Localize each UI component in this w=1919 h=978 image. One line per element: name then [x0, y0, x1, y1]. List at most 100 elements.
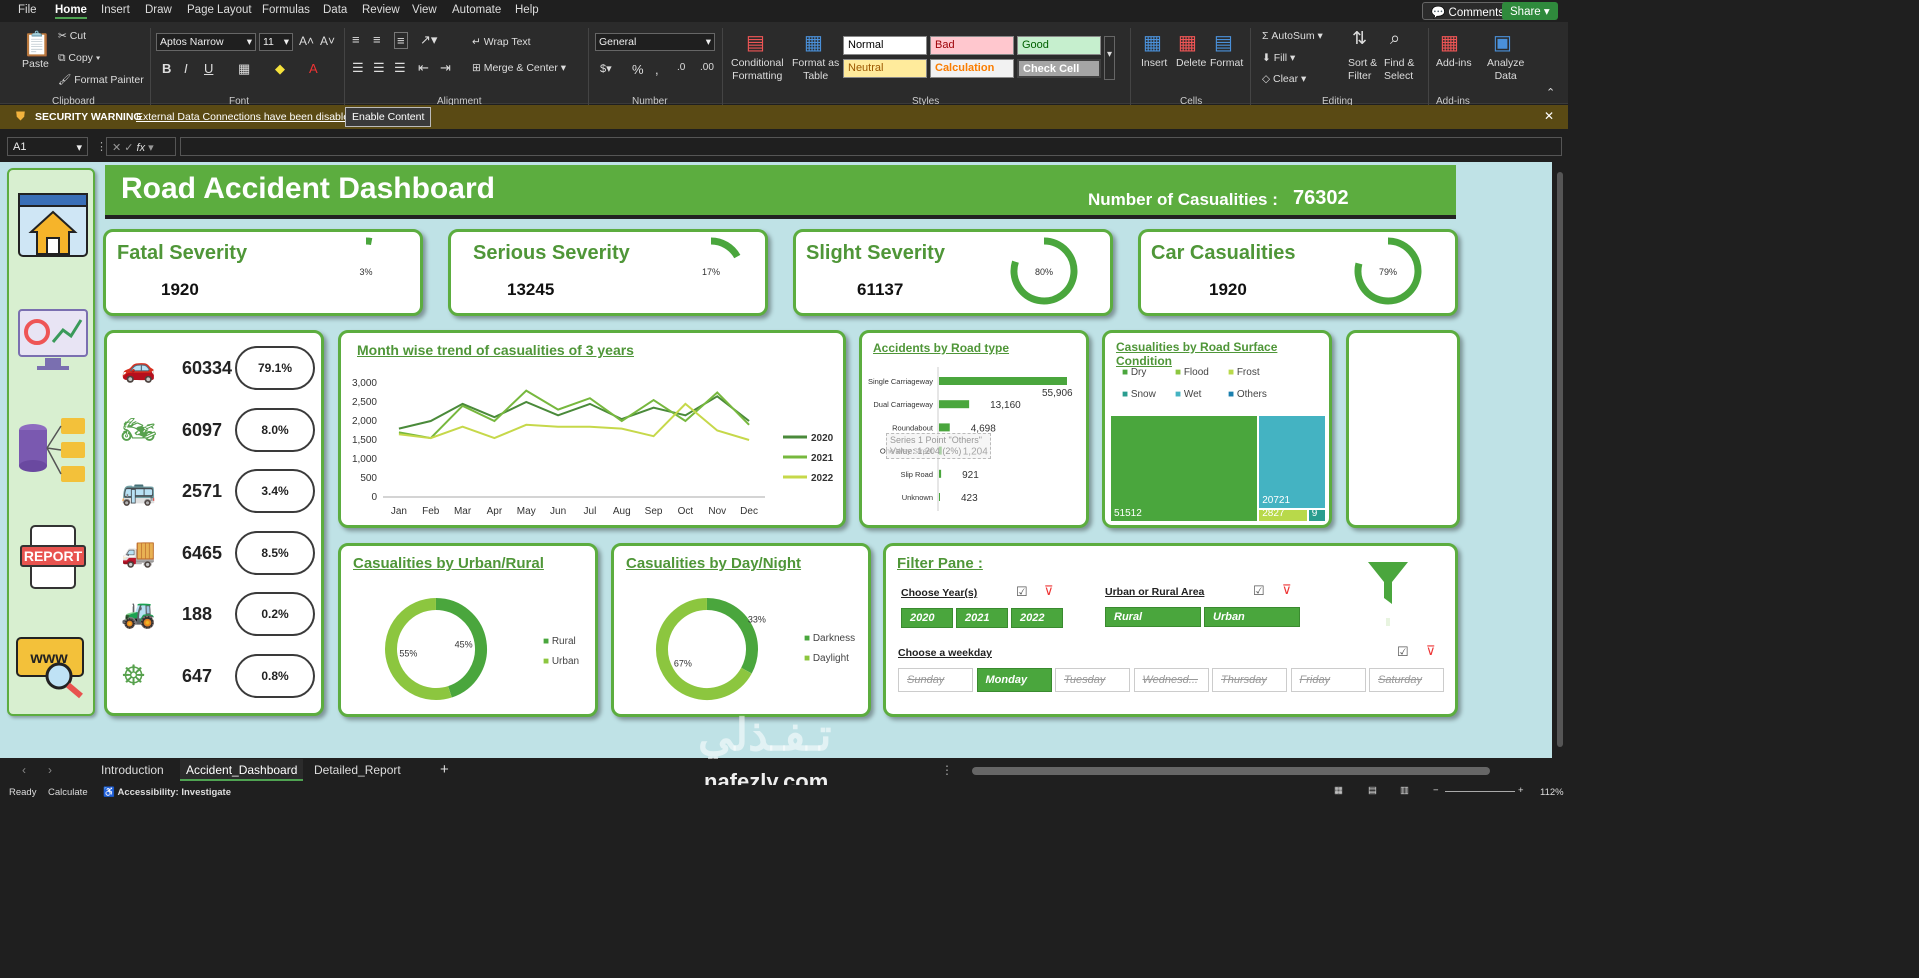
collapse-ribbon-icon[interactable]: ⌃ — [1546, 86, 1555, 99]
weekday-wednesd-button[interactable]: Wednesd... — [1133, 668, 1209, 692]
align-middle-icon[interactable]: ≡ — [373, 32, 381, 47]
clear-filter-icon[interactable]: ⊽ — [1426, 643, 1436, 659]
paste-icon[interactable]: 📋 — [22, 30, 52, 59]
vertical-scrollbar[interactable] — [1552, 162, 1568, 758]
grow-font-icon[interactable]: A˄ — [299, 34, 314, 48]
align-left-icon[interactable]: ☰ — [352, 60, 364, 76]
format-painter-button[interactable]: 🖌 Format Painter — [58, 73, 144, 86]
insert-cells-button[interactable]: Insert — [1141, 57, 1167, 69]
menu-view[interactable]: View — [412, 4, 437, 16]
clear-filter-icon[interactable]: ⊽ — [1044, 583, 1054, 599]
autosum-button[interactable]: Σ AutoSum ▾ — [1262, 30, 1323, 42]
font-name-select[interactable]: Aptos Narrow ▾ — [156, 33, 256, 51]
year-2021-button[interactable]: 2021 — [956, 608, 1008, 628]
analyze-data-icon[interactable]: ▣ — [1493, 30, 1512, 55]
paste-button[interactable]: Paste — [22, 58, 49, 70]
menu-data[interactable]: Data — [323, 4, 347, 16]
comma-icon[interactable]: , — [655, 62, 659, 77]
report-icon[interactable]: REPORT — [17, 522, 89, 594]
fill-button[interactable]: ⬇ Fill ▾ — [1262, 52, 1295, 64]
name-box[interactable]: A1 ▾ — [7, 137, 88, 156]
year-2020-button[interactable]: 2020 — [901, 608, 953, 628]
wrap-text-button[interactable]: ↵ Wrap Text — [472, 36, 531, 48]
menu-draw[interactable]: Draw — [145, 4, 172, 16]
fill-color-icon[interactable]: ◆ — [275, 61, 285, 77]
menu-home[interactable]: Home — [55, 4, 87, 19]
urban-button[interactable]: Urban — [1204, 607, 1300, 627]
format-cells-button[interactable]: Format — [1210, 57, 1243, 69]
menu-insert[interactable]: Insert — [101, 4, 130, 16]
number-format-select[interactable]: General ▾ — [595, 33, 715, 51]
delete-cells-button[interactable]: Delete — [1176, 57, 1206, 69]
close-icon[interactable]: ✕ — [1544, 109, 1554, 123]
menu-review[interactable]: Review — [362, 4, 400, 16]
comments-button[interactable]: 💬 Comments — [1422, 2, 1514, 20]
format-as-table-button[interactable]: Format as Table — [792, 57, 839, 83]
italic-icon[interactable]: I — [184, 61, 188, 76]
conditional-formatting-icon[interactable]: ▤ — [746, 30, 765, 55]
page-layout-view-icon[interactable]: ▤ — [1368, 785, 1377, 796]
zoom-out-icon[interactable]: − — [1433, 785, 1439, 796]
insert-function-button[interactable]: fx — [137, 142, 146, 154]
add-sheet-icon[interactable]: + — [440, 761, 449, 778]
copy-button[interactable]: ⧉ Copy ▾ — [58, 52, 100, 65]
weekday-friday-button[interactable]: Friday — [1290, 668, 1366, 692]
cut-button[interactable]: ✂ Cut — [58, 30, 86, 42]
formula-input[interactable] — [180, 137, 1562, 156]
share-button[interactable]: Share ▾ — [1502, 2, 1558, 20]
multi-select-icon[interactable]: ☑ — [1016, 584, 1028, 600]
rural-button[interactable]: Rural — [1105, 607, 1201, 627]
font-size-select[interactable]: 11 ▾ — [259, 33, 293, 51]
menu-automate[interactable]: Automate — [452, 4, 501, 16]
delete-cells-icon[interactable]: ▦ — [1178, 30, 1197, 55]
database-folders-icon[interactable] — [17, 412, 89, 484]
style-check-cell[interactable]: Check Cell — [1017, 59, 1101, 78]
scrollbar-thumb[interactable] — [1557, 172, 1563, 747]
style-bad[interactable]: Bad — [930, 36, 1014, 55]
increase-decimal-icon[interactable]: .0 — [677, 62, 685, 73]
clear-filter-icon[interactable]: ⊽ — [1282, 582, 1292, 598]
normal-view-icon[interactable]: ▦ — [1334, 785, 1343, 796]
conditional-formatting-button[interactable]: Conditional Formatting — [731, 57, 784, 83]
clear-button[interactable]: ◇ Clear ▾ — [1262, 73, 1306, 85]
decrease-indent-icon[interactable]: ⇤ — [418, 60, 429, 76]
percent-icon[interactable]: % — [632, 62, 644, 77]
enable-content-button[interactable]: Enable Content — [345, 107, 432, 127]
status-calculate[interactable]: Calculate — [48, 787, 88, 798]
menu-help[interactable]: Help — [515, 4, 539, 16]
multi-select-icon[interactable]: ☑ — [1397, 644, 1409, 660]
align-right-icon[interactable]: ☰ — [394, 60, 406, 76]
sort-filter-button[interactable]: Sort & Filter — [1348, 57, 1377, 83]
horizontal-scrollbar[interactable] — [962, 767, 1542, 775]
weekday-tuesday-button[interactable]: Tuesday — [1055, 668, 1130, 692]
style-good[interactable]: Good — [1017, 36, 1101, 55]
format-as-table-icon[interactable]: ▦ — [804, 30, 823, 55]
zoom-slider[interactable] — [1445, 791, 1515, 792]
shrink-font-icon[interactable]: A˅ — [320, 34, 335, 48]
styles-more-icon[interactable]: ▾ — [1104, 36, 1116, 80]
page-break-view-icon[interactable]: ▥ — [1400, 785, 1409, 796]
bold-icon[interactable]: B — [162, 61, 171, 76]
find-select-icon[interactable]: ⌕ — [1390, 28, 1400, 49]
analyze-data-button[interactable]: Analyze Data — [1487, 57, 1524, 83]
weekday-sunday-button[interactable]: Sunday — [898, 668, 973, 692]
tab-accident-dashboard[interactable]: Accident_Dashboard — [180, 759, 304, 781]
increase-indent-icon[interactable]: ⇥ — [440, 60, 451, 76]
style-calculation[interactable]: Calculation — [930, 59, 1014, 78]
format-cells-icon[interactable]: ▤ — [1214, 30, 1233, 55]
next-sheet-icon[interactable]: › — [48, 763, 52, 777]
borders-icon[interactable]: ▦ — [238, 61, 250, 77]
tab-detailed-report[interactable]: Detailed_Report — [314, 763, 401, 777]
multi-select-icon[interactable]: ☑ — [1253, 583, 1265, 599]
security-message-link[interactable]: External Data Connections have been disa… — [136, 111, 355, 123]
scrollbar-thumb[interactable] — [972, 767, 1490, 775]
align-center-icon[interactable]: ☰ — [373, 60, 385, 76]
zoom-level[interactable]: 112% — [1540, 787, 1564, 798]
orientation-icon[interactable]: ↗▾ — [420, 32, 437, 48]
prev-sheet-icon[interactable]: ‹ — [22, 763, 26, 777]
tab-introduction[interactable]: Introduction — [101, 763, 164, 777]
align-bottom-icon[interactable]: ≡ — [394, 32, 408, 49]
sort-filter-icon[interactable]: ⇅ — [1352, 28, 1367, 49]
align-top-icon[interactable]: ≡ — [352, 32, 360, 47]
weekday-monday-button[interactable]: Monday — [976, 668, 1052, 692]
